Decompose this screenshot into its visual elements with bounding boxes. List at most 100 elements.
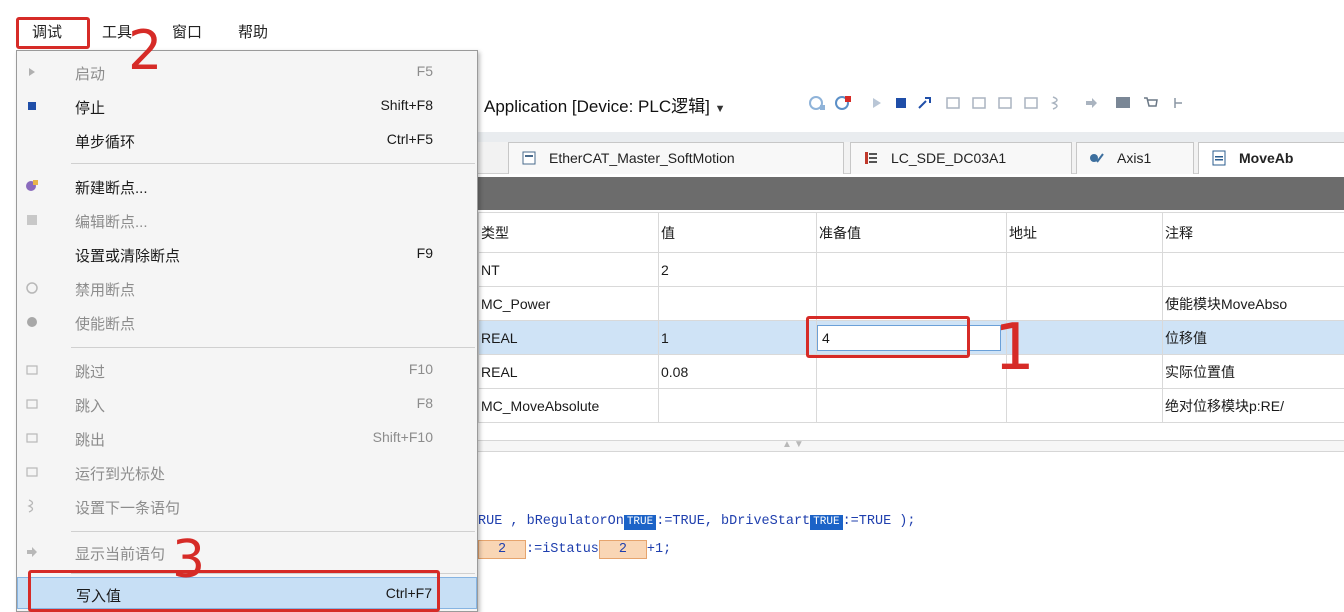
inline-value-badge: TRUE: [623, 515, 657, 530]
table-row[interactable]: REAL 0.08 实际位置值: [478, 354, 1344, 389]
table-row[interactable]: NT 2: [478, 252, 1344, 287]
tab-label: EtherCAT_Master_SoftMotion: [549, 150, 735, 166]
menu-item-label: 设置或清除断点: [75, 248, 181, 265]
play-icon[interactable]: [868, 94, 886, 112]
column-header-value[interactable]: 值: [658, 212, 817, 253]
cell-value: 1: [658, 320, 817, 355]
code-text: :=TRUE );: [842, 514, 916, 529]
cell-type: NT: [478, 252, 659, 287]
table-row[interactable]: MC_MoveAbsolute 绝对位移模块p:RE/: [478, 388, 1344, 423]
menu-item-run-to-cursor[interactable]: 运行到光标处: [17, 455, 477, 489]
cell-value: 0.08: [658, 354, 817, 389]
cell-prepared-value[interactable]: [816, 252, 1007, 287]
watch-header-bar: [478, 177, 1344, 210]
cell-comment: 实际位置值: [1162, 354, 1344, 389]
cell-value: [658, 388, 817, 423]
set-next-statement-icon[interactable]: [1048, 94, 1066, 112]
menu-item-label: 停止: [75, 100, 106, 117]
run-to-cursor-icon[interactable]: [1022, 94, 1040, 112]
tab-moveabsolute[interactable]: MoveAb: [1198, 142, 1344, 174]
tab-label: MoveAb: [1239, 150, 1294, 166]
reset-icon[interactable]: [916, 94, 934, 112]
code-editor[interactable]: RUE , bRegulatorOn TRUE:=TRUE, bDriveStar…: [478, 452, 1344, 612]
menu-item-toggle-breakpoint[interactable]: 设置或清除断点 F9: [17, 237, 477, 271]
menu-item-start[interactable]: 启动 F5: [17, 55, 477, 89]
cell-type: REAL: [478, 320, 659, 355]
document-icon: [522, 151, 536, 165]
menu-item-shortcut: Shift+F10: [372, 429, 433, 445]
menu-item-shortcut: Shift+F8: [380, 97, 433, 113]
menu-item-label: 使能断点: [75, 316, 136, 333]
menu-item-label: 跳过: [75, 364, 106, 381]
menu-item-shortcut: F9: [416, 245, 433, 261]
login-icon[interactable]: [808, 94, 826, 112]
pane-splitter[interactable]: ▲▼: [478, 439, 1344, 452]
tab-ethercat-master[interactable]: EtherCAT_Master_SoftMotion: [508, 142, 844, 174]
show-current-statement-icon: [27, 547, 37, 557]
column-header-prepared-value[interactable]: 准备值: [816, 212, 1007, 253]
program-icon: [1212, 150, 1226, 166]
menu-item-disable-breakpoint[interactable]: 禁用断点: [17, 271, 477, 305]
menu-item-set-next-statement[interactable]: 设置下一条语句: [17, 489, 477, 523]
table-header-row: 类型 值 准备值 地址 注释: [478, 212, 1344, 253]
inline-value-badge: TRUE: [810, 515, 843, 530]
cell-type: MC_Power: [478, 286, 659, 321]
column-header-type[interactable]: 类型: [478, 212, 659, 253]
cell-address: [1006, 388, 1163, 423]
menu-item-stop[interactable]: 停止 Shift+F8: [17, 89, 477, 123]
step-over-icon[interactable]: [944, 94, 962, 112]
cart-icon[interactable]: [1142, 94, 1160, 112]
cell-type: MC_MoveAbsolute: [478, 388, 659, 423]
annotation-box-debug-menu: [16, 17, 90, 49]
cell-prepared-value[interactable]: [816, 354, 1007, 389]
menu-item-step-over[interactable]: 跳过 F10: [17, 353, 477, 387]
toolbar-divider: [478, 132, 1344, 142]
annotation-box-write-values: [28, 570, 440, 612]
step-into-icon[interactable]: [970, 94, 988, 112]
menu-item-label: 单步循环: [75, 134, 136, 151]
column-header-comment[interactable]: 注释: [1162, 212, 1344, 253]
active-application-selector[interactable]: Application [Device: PLC逻辑] ▼: [484, 92, 725, 117]
step-into-icon: [26, 399, 38, 409]
splitter-arrows-icon: ▲▼: [782, 439, 806, 450]
tab-lc-sde-dc03a1[interactable]: LC_SDE_DC03A1: [850, 142, 1072, 174]
menu-item-new-breakpoint[interactable]: 新建断点...: [17, 169, 477, 203]
play-icon: [29, 68, 35, 76]
axis-icon: [1090, 153, 1104, 163]
cell-type: REAL: [478, 354, 659, 389]
code-text: :=iStatus: [526, 542, 599, 557]
more-icon[interactable]: [1170, 94, 1188, 112]
menu-item-step-out[interactable]: 跳出 Shift+F10: [17, 421, 477, 455]
inline-value-badge: 2: [478, 540, 526, 559]
menu-item-edit-breakpoint[interactable]: 编辑断点...: [17, 203, 477, 237]
device-icon: [865, 152, 877, 164]
edit-breakpoint-icon: [27, 215, 37, 225]
column-header-address[interactable]: 地址: [1006, 212, 1163, 253]
stop-icon[interactable]: [892, 94, 910, 112]
menu-item-enable-breakpoint[interactable]: 使能断点: [17, 305, 477, 339]
show-current-statement-icon[interactable]: [1082, 94, 1100, 112]
menu-item-single-cycle[interactable]: 单步循环 Ctrl+F5: [17, 123, 477, 157]
menu-item-show-current-statement[interactable]: 显示当前语句: [17, 535, 477, 569]
step-out-icon[interactable]: [996, 94, 1014, 112]
menu-item-step-into[interactable]: 跳入 F8: [17, 387, 477, 421]
cell-prepared-value[interactable]: [816, 388, 1007, 423]
menu-item-shortcut: F5: [416, 63, 433, 79]
logout-icon[interactable]: [834, 94, 852, 112]
code-text: :=TRUE, bDriveStart: [656, 514, 811, 529]
tab-axis1[interactable]: Axis1: [1076, 142, 1194, 174]
menu-item-shortcut: F8: [416, 395, 433, 411]
run-to-cursor-icon: [26, 467, 38, 477]
tab-label: Axis1: [1117, 150, 1152, 166]
code-text: +1;: [646, 542, 672, 557]
annotation-number-3: 3: [172, 530, 206, 590]
menu-separator: [71, 163, 475, 164]
cell-value: [658, 286, 817, 321]
menu-item-shortcut: Ctrl+F5: [386, 131, 433, 147]
step-over-icon: [26, 365, 38, 375]
menu-help[interactable]: 帮助: [232, 18, 274, 48]
annotation-box-prepared-value: [806, 316, 970, 358]
menu-window[interactable]: 窗口: [166, 18, 208, 48]
monitor-icon[interactable]: [1114, 94, 1132, 112]
cell-value: 2: [658, 252, 817, 287]
